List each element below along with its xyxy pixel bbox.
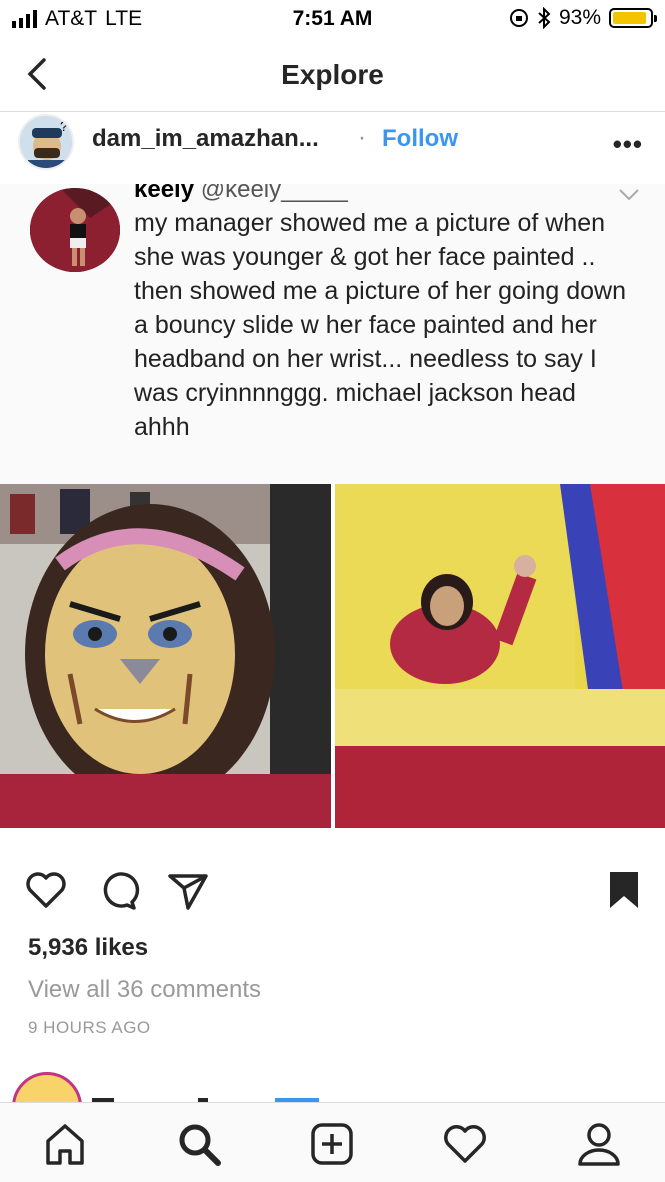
tweet-display-name: keely: [134, 184, 195, 203]
chevron-down-icon: [619, 189, 639, 201]
post-actions: [0, 868, 665, 918]
tab-bar: [0, 1102, 665, 1182]
avatar[interactable]: ?: [18, 114, 74, 170]
nav-bar: Explore: [0, 40, 665, 112]
face-painted-photo: [0, 484, 331, 828]
svg-text:?: ?: [60, 118, 68, 134]
search-icon[interactable]: [176, 1121, 222, 1167]
battery-fill: [613, 12, 647, 24]
tweet-screenshot: keely @keely_____ my manager showed me a…: [0, 184, 665, 484]
status-bar: AT&T LTE 7:51 AM 93%: [0, 0, 665, 40]
bookmark-icon[interactable]: [606, 868, 642, 912]
bouncy-slide-photo: [335, 484, 665, 828]
post-username[interactable]: dam_im_amazhan...: [92, 125, 319, 153]
separator-dot: ·: [358, 124, 366, 151]
follow-button[interactable]: Follow: [382, 125, 458, 153]
orientation-lock-icon: [509, 9, 528, 27]
tweet-text: my manager showed me a picture of when s…: [134, 209, 626, 441]
page-title: Explore: [281, 59, 384, 90]
post-header: ? dam_im_amazhan... · Follow •••: [0, 112, 665, 184]
like-count[interactable]: 5,936 likes: [28, 934, 148, 962]
tweet-author: keely @keely_____: [134, 184, 348, 204]
home-icon[interactable]: [42, 1121, 88, 1167]
tweet-handle: @keely_____: [200, 184, 348, 203]
share-icon[interactable]: [166, 868, 210, 912]
comment-icon[interactable]: [96, 868, 140, 912]
post-time: 9 HOURS AGO: [28, 1018, 151, 1037]
tweet-avatar: [30, 188, 120, 272]
bluetooth-icon: [538, 7, 551, 29]
profile-icon[interactable]: [576, 1121, 622, 1167]
heart-icon[interactable]: [24, 868, 68, 912]
battery-icon: [609, 8, 657, 28]
status-right: 93%: [509, 6, 657, 30]
add-post-icon[interactable]: [309, 1121, 355, 1167]
battery-percent: 93%: [558, 6, 601, 29]
activity-icon[interactable]: [442, 1121, 488, 1167]
ellipsis-icon[interactable]: •••: [613, 129, 643, 160]
view-comments-link[interactable]: View all 36 comments: [28, 976, 261, 1004]
